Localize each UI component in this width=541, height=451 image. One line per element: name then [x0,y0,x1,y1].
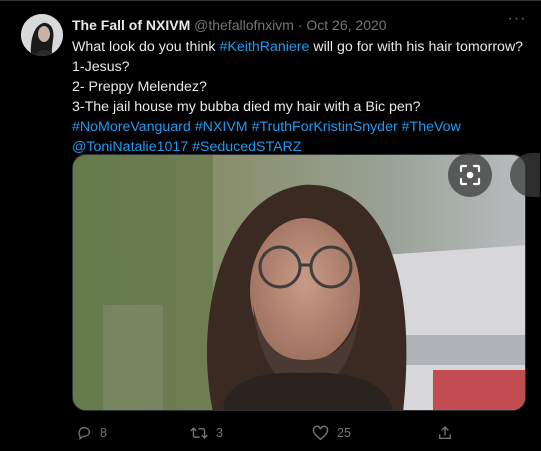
reply-icon [78,427,90,440]
reply-count: 8 [100,426,107,440]
like-button[interactable]: 25 [312,425,351,441]
tweet-line-4: 3-The jail house my bubba died my hair w… [72,99,421,115]
retweet-count: 3 [216,426,223,440]
mention-link[interactable]: @ToniNatalie1017 [72,139,188,155]
hashtag-link[interactable]: #NXIVM [195,119,248,135]
tweet-header: The Fall of NXIVM @thefallofnxivm · Oct … [72,17,387,33]
hashtag-link[interactable]: #TheVow [402,119,461,135]
share-button[interactable] [437,425,453,441]
hashtag-link[interactable]: #KeithRaniere [219,39,309,55]
share-icon [439,426,451,439]
reply-button[interactable]: 8 [76,425,107,441]
hashtag-link[interactable]: #SeducedSTARZ [192,139,301,155]
tweet-text: What look do you think #KeithRaniere wil… [72,37,532,157]
separator-dot: · [297,17,303,33]
like-count: 25 [337,426,351,440]
lens-search-icon[interactable] [448,153,492,197]
tweet[interactable]: The Fall of NXIVM @thefallofnxivm · Oct … [0,0,541,451]
tweet-date[interactable]: Oct 26, 2020 [306,17,386,33]
author-name[interactable]: The Fall of NXIVM [72,17,190,33]
tweet-line-5: #NoMoreVanguard #NXIVM #TruthForKristinS… [72,117,532,137]
tweet-actions: 8 3 25 [72,425,532,445]
text-fragment: will go for with his hair tomorrow? [309,39,524,55]
author-handle[interactable]: @thefallofnxivm [194,17,294,33]
hashtag-link[interactable]: #NoMoreVanguard [72,119,191,135]
retweet-button[interactable]: 3 [190,425,223,441]
heart-icon [312,425,329,441]
tweet-line-1: What look do you think #KeithRaniere wil… [72,37,532,57]
avatar[interactable] [21,14,63,56]
retweet-icon [190,427,208,439]
more-horizontal-icon[interactable]: ··· [507,11,527,30]
tweet-line-2: 1-Jesus? [72,59,130,75]
tweet-line-3: 2- Preppy Melendez? [72,79,207,95]
text-fragment: What look do you think [72,39,220,55]
hashtag-link[interactable]: #TruthForKristinSnyder [252,119,398,135]
